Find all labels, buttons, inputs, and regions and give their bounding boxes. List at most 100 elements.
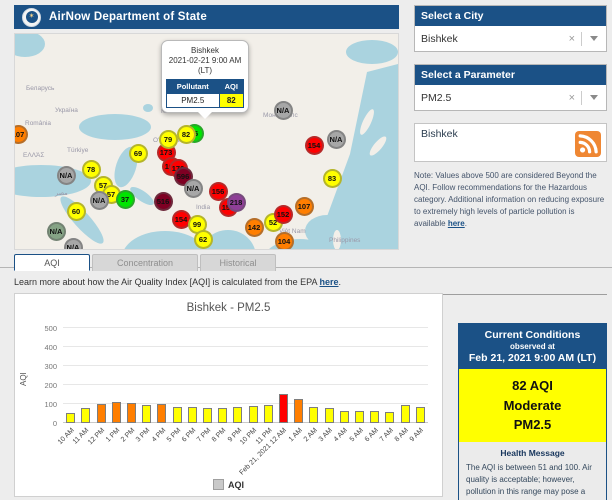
note-text-end: . (465, 219, 467, 228)
aqi-map-marker[interactable]: 60 (67, 202, 86, 221)
chart-x-tick-label: 1 PM (105, 427, 122, 444)
chart-title: Bishkek - PM2.5 (15, 302, 442, 314)
health-message-title: Health Message (466, 448, 599, 458)
map-country-label: Беларусь (26, 85, 54, 92)
aqi-map-marker[interactable]: 69 (129, 144, 148, 163)
chart-bar[interactable] (142, 405, 151, 423)
chart-gridline: 200 (63, 384, 428, 385)
chart-bar[interactable] (157, 404, 166, 423)
aqi-map-marker[interactable]: 79 (159, 130, 178, 149)
chart-x-tick-label: 8 AM (394, 427, 410, 443)
parameter-select[interactable]: PM2.5 × (415, 85, 606, 110)
current-aqi-pollutant: PM2.5 (459, 415, 606, 435)
chart-y-tick-label: 400 (27, 343, 57, 352)
chart-bar[interactable] (279, 394, 288, 423)
chart-x-tick-label: 9 AM (409, 427, 425, 443)
chart-x-tick-label: 12 PM (87, 427, 106, 446)
current-conditions-box: Current Conditions observed at Feb 21, 2… (458, 323, 607, 500)
city-select-value: Bishkek (415, 33, 563, 45)
chart-x-tick-label: 6 PM (181, 427, 198, 444)
chart-y-tick-label: 100 (27, 400, 57, 409)
city-clear-icon[interactable]: × (563, 33, 581, 45)
aqi-map-marker[interactable]: N/A (90, 191, 109, 210)
chart-bar[interactable] (233, 407, 242, 423)
chart-bar[interactable] (112, 402, 121, 423)
city-chevron-down-icon[interactable] (590, 36, 598, 41)
city-select-panel: Select a City Bishkek × (414, 5, 607, 52)
aqi-map-marker[interactable]: 83 (323, 169, 342, 188)
chart-bar[interactable] (355, 411, 364, 423)
seal-eagle-icon: ✶ (26, 11, 38, 23)
aqi-map-marker[interactable]: N/A (184, 179, 203, 198)
note-here-link[interactable]: here (448, 219, 465, 228)
chart-bar[interactable] (325, 408, 334, 423)
chart-x-tick-label: 4 PM (150, 427, 167, 444)
aqi-map-marker[interactable]: 104 (275, 232, 294, 251)
aqi-map-marker[interactable]: 37 (116, 190, 135, 209)
select-divider (581, 32, 582, 46)
chart-bar[interactable] (294, 399, 303, 423)
chart-bar[interactable] (370, 411, 379, 423)
chart-bar[interactable] (218, 408, 227, 423)
rss-icon[interactable] (575, 131, 601, 157)
aqi-map-marker[interactable]: N/A (47, 222, 66, 241)
chart-x-tick-label: 2 PM (120, 427, 137, 444)
aqi-world-map[interactable]: БеларусьУкраїнаRomâniaTürkiyeΕΛΛΆΣمصرКаз… (14, 33, 399, 250)
page: ✶ AirNow Department of State (0, 0, 612, 500)
observed-at-label: observed at (461, 342, 604, 351)
chart-bar[interactable] (340, 411, 349, 423)
aqi-map-marker[interactable]: 516 (154, 192, 173, 211)
popup-aqi-table: Pollutant AQI PM2.5 82 (166, 79, 244, 108)
parameter-clear-icon[interactable]: × (563, 92, 581, 104)
chart-bar[interactable] (401, 405, 410, 423)
chart-x-tick-label: 8 PM (211, 427, 228, 444)
chart-bar[interactable] (416, 407, 425, 423)
aqi-map-marker[interactable]: N/A (327, 130, 346, 149)
current-aqi-category: Moderate (459, 396, 606, 416)
parameter-chevron-down-icon[interactable] (590, 95, 598, 100)
aqi-map-marker[interactable]: 78 (82, 160, 101, 179)
aqi-map-marker[interactable]: 142 (245, 218, 264, 237)
chart-bar[interactable] (385, 412, 394, 423)
chart-bar[interactable] (188, 407, 197, 423)
chart-x-tick-label: 2 AM (303, 427, 319, 443)
aqi-map-marker[interactable]: N/A (57, 166, 76, 185)
chart-bar[interactable] (66, 413, 75, 423)
popup-col-pollutant: Pollutant (167, 80, 220, 94)
epa-text-end: . (339, 277, 342, 287)
chart-bar[interactable] (203, 408, 212, 423)
aqi-chart-panel: Bishkek - PM2.5 AQI 0100200300400500 10 … (14, 293, 443, 497)
chart-bar[interactable] (173, 407, 182, 423)
aqi-map-marker[interactable]: 107 (14, 125, 28, 144)
aqi-map-marker[interactable]: 154 (305, 136, 324, 155)
epa-here-link[interactable]: here (320, 277, 339, 287)
chart-bar[interactable] (127, 403, 136, 423)
map-country-label: ΕΛΛΆΣ (23, 152, 44, 159)
main-column: ✶ AirNow Department of State (14, 5, 443, 497)
tab-historical[interactable]: Historical (200, 254, 276, 271)
chart-y-tick-label: 500 (27, 324, 57, 333)
aqi-map-marker[interactable]: 82 (177, 125, 196, 144)
tab-concentration[interactable]: Concentration (92, 254, 198, 271)
chart-gridline: 300 (63, 365, 428, 366)
chart-bar[interactable] (309, 407, 318, 423)
current-aqi-block: 82 AQI Moderate PM2.5 (459, 369, 606, 442)
aqi-map-marker[interactable]: 107 (295, 197, 314, 216)
city-select[interactable]: Bishkek × (415, 26, 606, 51)
chart-x-tick-label: 5 AM (348, 427, 364, 443)
chart-x-tick-label: 7 PM (196, 427, 213, 444)
chart-y-tick-label: 300 (27, 362, 57, 371)
aqi-map-marker[interactable]: 152 (274, 205, 293, 224)
aqi-map-marker[interactable]: 62 (194, 230, 213, 249)
chart-bar[interactable] (81, 408, 90, 423)
chart-bar[interactable] (249, 406, 258, 423)
parameter-select-value: PM2.5 (415, 92, 563, 104)
chart-bar[interactable] (264, 405, 273, 423)
chart-bar[interactable] (97, 404, 106, 423)
aqi-map-marker[interactable]: 218 (227, 193, 246, 212)
aqi-map-marker[interactable]: N/A (64, 238, 83, 251)
chart-y-tick-label: 200 (27, 381, 57, 390)
observed-datetime: Feb 21, 2021 9:00 AM (LT) (461, 352, 604, 364)
tab-aqi[interactable]: AQI (14, 254, 90, 271)
aqi-map-marker[interactable]: N/A (274, 101, 293, 120)
